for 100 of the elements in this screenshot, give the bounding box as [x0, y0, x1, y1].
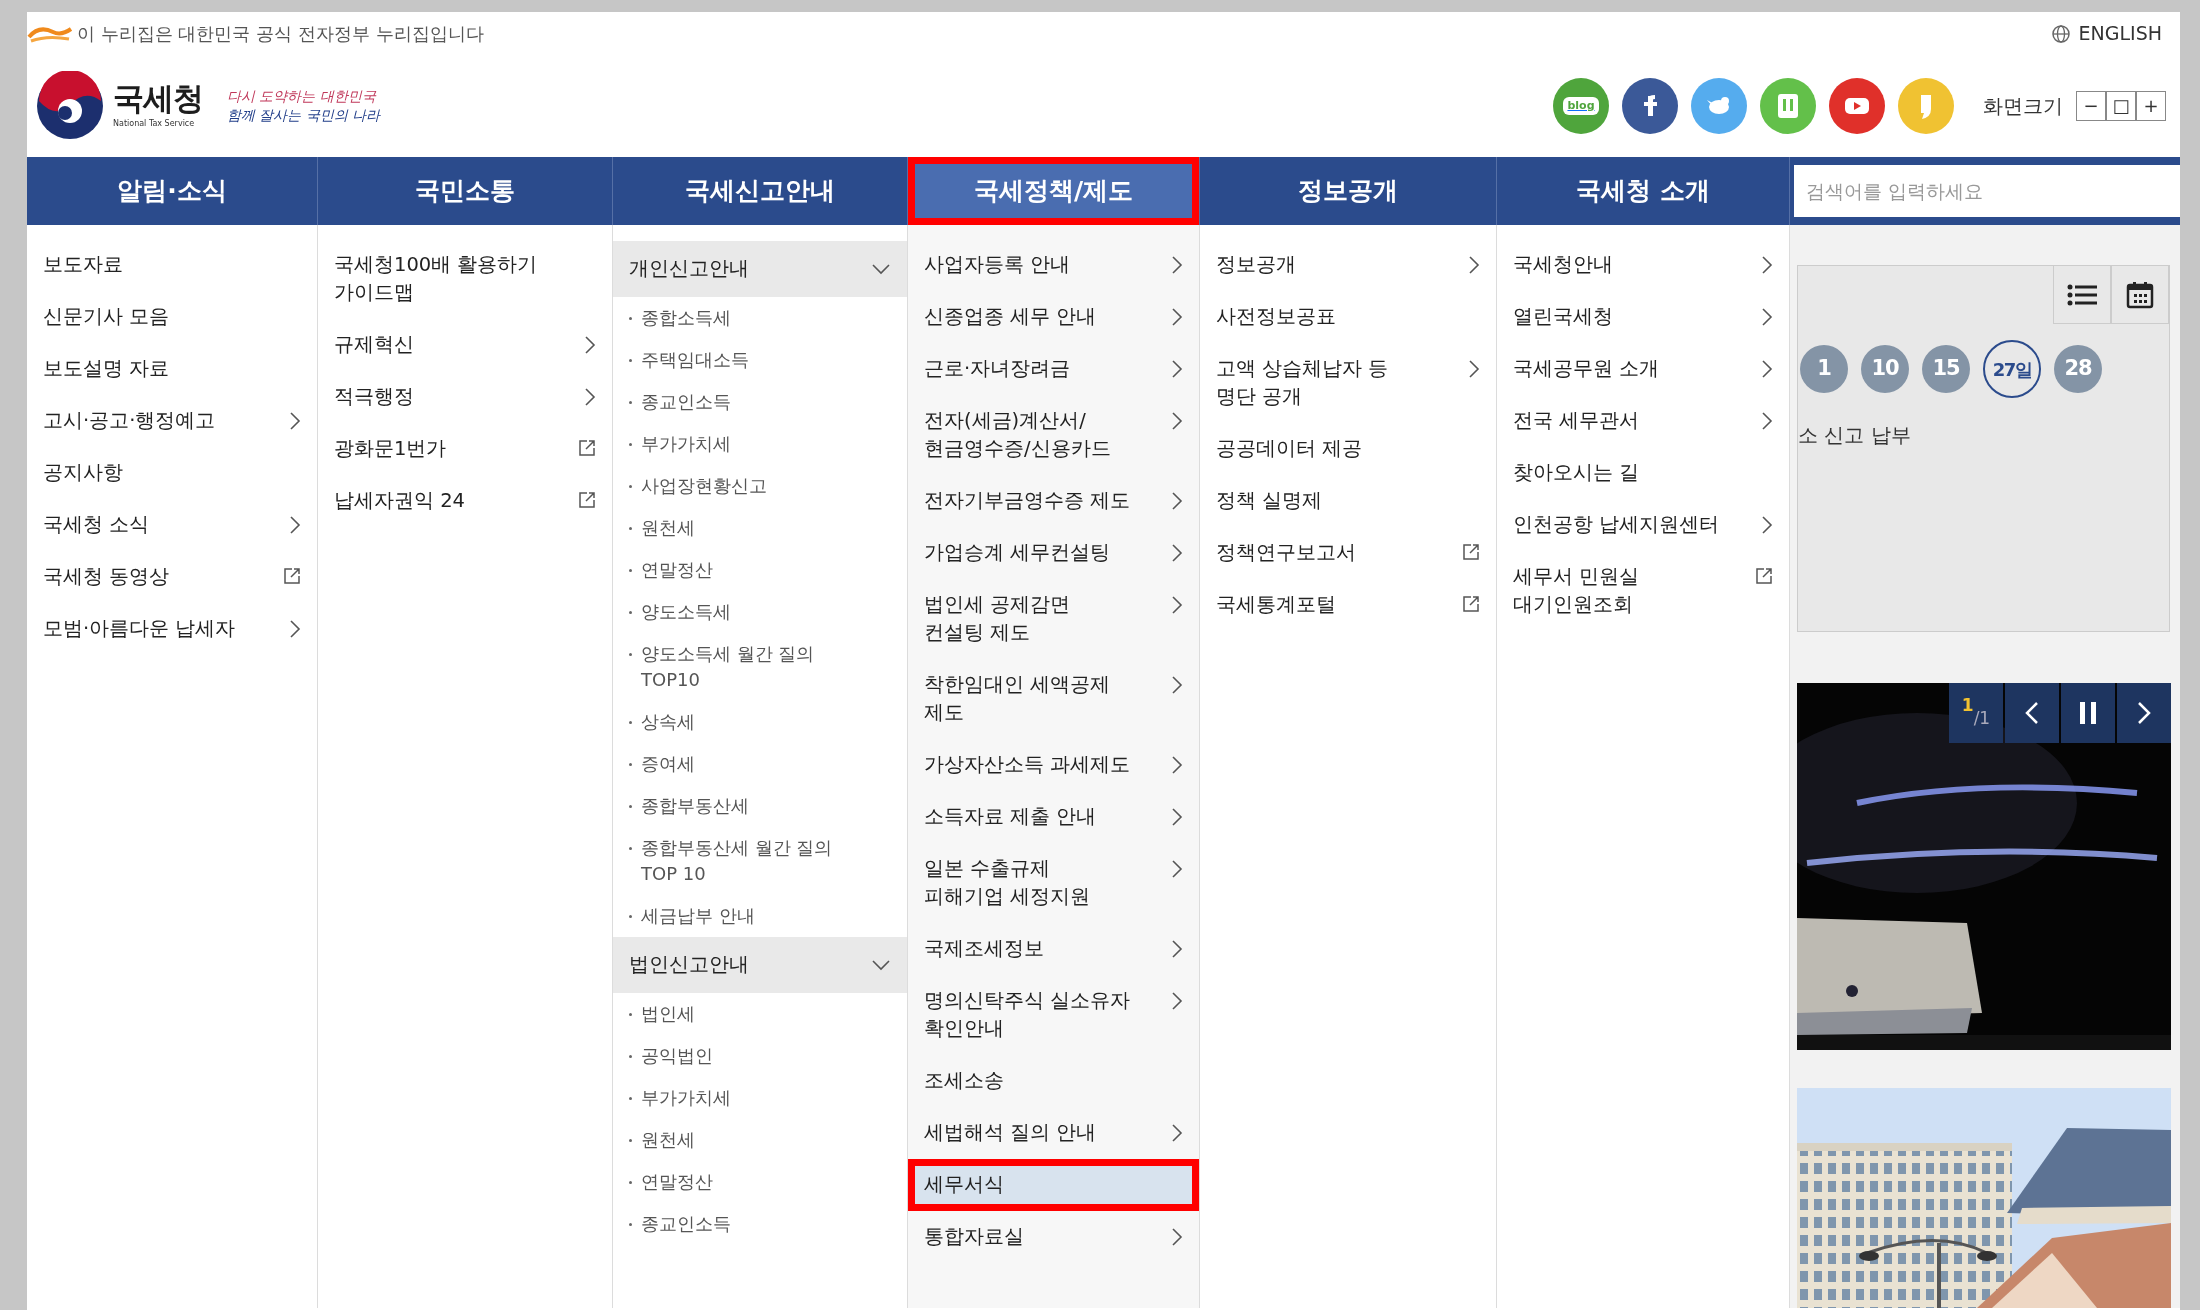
slide-counter: 1 /1: [1949, 683, 2003, 743]
menu-link[interactable]: 신문기사 모음: [27, 291, 317, 343]
menu-link[interactable]: 착한임대인 세액공제 제도: [908, 659, 1199, 739]
bullet-icon: [629, 443, 632, 446]
menu-link[interactable]: 법인세 공제감면 컨설팅 제도: [908, 579, 1199, 659]
menu-link[interactable]: 광화문1번가: [318, 423, 612, 475]
menu-link[interactable]: 국세청 동영상: [27, 551, 317, 603]
menu-link[interactable]: 찾아오시는 길: [1497, 447, 1789, 499]
external-link-icon: [1755, 567, 1773, 585]
menu-link[interactable]: 소득자료 제출 안내: [908, 791, 1199, 843]
menu-link[interactable]: 세법해석 질의 안내: [908, 1107, 1199, 1159]
calendar-view-button[interactable]: [2111, 266, 2169, 324]
logo-name: 국세청: [113, 82, 203, 114]
social-link[interactable]: [1829, 78, 1885, 134]
menu-link[interactable]: 국세청100배 활용하기 가이드맵: [318, 239, 612, 319]
social-link[interactable]: [1622, 78, 1678, 134]
menu-link[interactable]: 공지사항: [27, 447, 317, 499]
menu-link[interactable]: 정책 실명제: [1200, 475, 1496, 527]
menu-link[interactable]: 인천공항 납세지원센터: [1497, 499, 1789, 551]
menu-link[interactable]: 근로·자녀장려금: [908, 343, 1199, 395]
chevron-right-icon: [1171, 807, 1183, 827]
blog-label: blog: [1563, 96, 1599, 116]
menu-link[interactable]: 적극행정: [318, 371, 612, 423]
menu-link[interactable]: 가업승계 세무컨설팅: [908, 527, 1199, 579]
list-view-button[interactable]: [2053, 266, 2111, 324]
chevron-right-icon: [584, 335, 596, 355]
menu-link[interactable]: 보도설명 자료: [27, 343, 317, 395]
submenu-link[interactable]: 연말정산: [613, 549, 907, 591]
menu-link[interactable]: 세무서 민원실 대기인원조회: [1497, 551, 1789, 631]
submenu-link[interactable]: 종합부동산세: [613, 785, 907, 827]
menu-link[interactable]: 사전정보공표: [1200, 291, 1496, 343]
list-icon: [2067, 282, 2097, 307]
submenu-link[interactable]: 종합부동산세 월간 질의 TOP 10: [613, 827, 907, 895]
nav-tab[interactable]: 국세정책/제도: [908, 157, 1200, 225]
submenu-link[interactable]: 상속세: [613, 701, 907, 743]
bullet-icon: [629, 653, 632, 656]
menu-link[interactable]: 일본 수출규제 피해기업 세정지원: [908, 843, 1199, 923]
globe-icon: [2050, 23, 2071, 44]
menu-link[interactable]: 국제조세정보: [908, 923, 1199, 975]
submenu-link[interactable]: 주택임대소득: [613, 339, 907, 381]
search-field[interactable]: 검색어를 입력하세요: [1794, 165, 2180, 217]
submenu-link[interactable]: 양도소득세 월간 질의 TOP10: [613, 633, 907, 701]
bullet-icon: [629, 763, 632, 766]
menu-link[interactable]: 정보공개: [1200, 239, 1496, 291]
chevron-right-icon: [1171, 359, 1183, 379]
menu-link[interactable]: 통합자료실: [908, 1211, 1199, 1263]
menu-link[interactable]: 보도자료: [27, 239, 317, 291]
bullet-icon: [629, 485, 632, 488]
menu-group-toggle[interactable]: 개인신고안내: [613, 241, 907, 297]
event-text: 소 신고 납부: [1798, 422, 1912, 449]
submenu-link[interactable]: 양도소득세: [613, 591, 907, 633]
submenu-link[interactable]: 종교인소득: [613, 381, 907, 423]
chevron-right-icon: [2137, 701, 2151, 725]
menu-link[interactable]: 사업자등록 안내: [908, 239, 1199, 291]
submenu-link[interactable]: 원천세: [613, 1119, 907, 1161]
submenu-link[interactable]: 부가가치세: [613, 423, 907, 465]
external-link-icon: [283, 567, 301, 585]
font-size-button[interactable]: −: [2076, 91, 2106, 121]
menu-link[interactable]: 국세공무원 소개: [1497, 343, 1789, 395]
chevron-right-icon: [1761, 307, 1773, 327]
date-button[interactable]: 27일: [1983, 340, 2041, 398]
submenu-link[interactable]: 종교인소득: [613, 1203, 907, 1245]
menu-link[interactable]: 규제혁신: [318, 319, 612, 371]
font-size-label: 화면크기: [1983, 93, 2063, 120]
menu-link[interactable]: 고시·공고·행정예고: [27, 395, 317, 447]
menu-link[interactable]: 공공데이터 제공: [1200, 423, 1496, 475]
submenu-link[interactable]: 사업장현황신고: [613, 465, 907, 507]
menu-link[interactable]: 전자기부금영수증 제도: [908, 475, 1199, 527]
menu-link[interactable]: 신종업종 세무 안내: [908, 291, 1199, 343]
menu-link[interactable]: 명의신탁주식 실소유자 확인안내: [908, 975, 1199, 1055]
menu-link[interactable]: 세무서식: [908, 1159, 1199, 1211]
chevron-right-icon: [1761, 515, 1773, 535]
submenu-link[interactable]: 증여세: [613, 743, 907, 785]
menu-link[interactable]: 가상자산소득 과세제도: [908, 739, 1199, 791]
submenu-link[interactable]: 종합소득세: [613, 297, 907, 339]
menu-group-toggle[interactable]: 법인신고안내: [613, 937, 907, 993]
menu-link[interactable]: 전자(세금)계산서/ 현금영수증/신용카드: [908, 395, 1199, 475]
submenu-link[interactable]: 세금납부 안내: [613, 895, 907, 937]
submenu-link[interactable]: 연말정산: [613, 1161, 907, 1203]
menu-link[interactable]: 열린국세청: [1497, 291, 1789, 343]
submenu-link[interactable]: 법인세: [613, 993, 907, 1035]
menu-link[interactable]: 정책연구보고서: [1200, 527, 1496, 579]
menu-link[interactable]: 조세소송: [908, 1055, 1199, 1107]
logo-subtitle: National Tax Service: [113, 117, 196, 130]
menu-link[interactable]: 모범·아름다운 납세자: [27, 603, 317, 655]
menu-link[interactable]: 국세청안내: [1497, 239, 1789, 291]
menu-link[interactable]: 전국 세무관서: [1497, 395, 1789, 447]
submenu-link[interactable]: 원천세: [613, 507, 907, 549]
pause-button[interactable]: [2061, 683, 2115, 743]
language-link[interactable]: ENGLISH: [2078, 19, 2162, 48]
menu-link[interactable]: 납세자권익 24: [318, 475, 612, 527]
menu-link[interactable]: 고액 상습체납자 등 명단 공개: [1200, 343, 1496, 423]
bullet-icon: [629, 1055, 632, 1058]
submenu-link[interactable]: 공익법인: [613, 1035, 907, 1077]
menu-link[interactable]: 국세청 소식: [27, 499, 317, 551]
font-size-button[interactable]: +: [2136, 91, 2166, 121]
chevron-right-icon: [1171, 755, 1183, 775]
submenu-link[interactable]: 부가가치세: [613, 1077, 907, 1119]
menu-link[interactable]: 국세통계포털: [1200, 579, 1496, 631]
font-size-button[interactable]: □: [2106, 91, 2136, 121]
